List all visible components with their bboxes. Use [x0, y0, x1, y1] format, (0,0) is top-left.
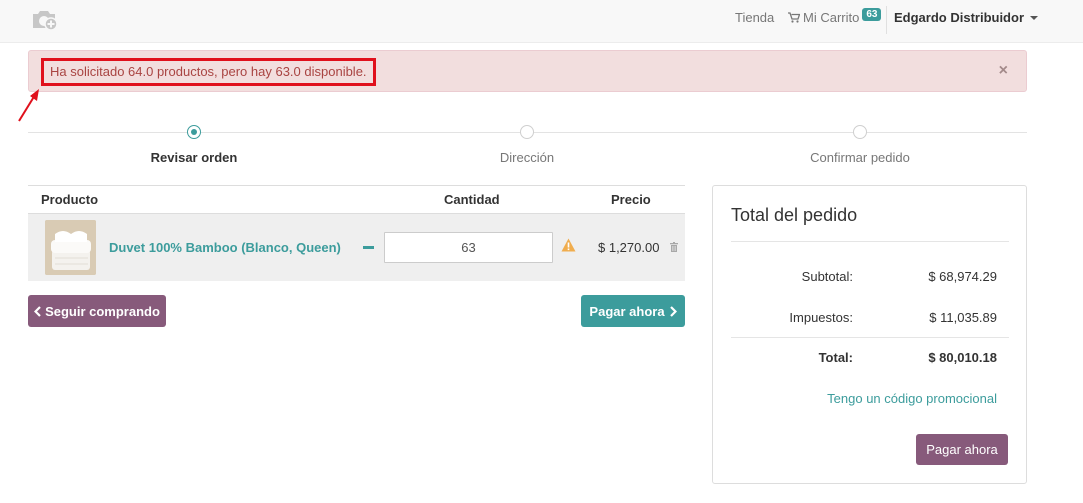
- pay-now-label: Pagar ahora: [589, 303, 665, 319]
- product-price: $ 1,270.00: [598, 240, 660, 255]
- step-dot-confirm: [853, 125, 867, 139]
- user-menu[interactable]: Edgardo Distribuidor: [894, 10, 1038, 25]
- warning-icon: [561, 238, 576, 252]
- promo-code-link[interactable]: Tengo un código promocional: [827, 391, 997, 406]
- nav-divider: [886, 6, 887, 34]
- column-header-product: Producto: [41, 192, 99, 207]
- subtotal-value: $ 68,974.29: [928, 269, 997, 284]
- camera-plus-icon[interactable]: [31, 7, 59, 31]
- chevron-down-icon: [1030, 15, 1038, 20]
- total-label: Total:: [818, 350, 853, 365]
- user-name: Edgardo Distribuidor: [894, 10, 1024, 25]
- order-summary-title: Total del pedido: [731, 205, 858, 225]
- decrease-quantity-button[interactable]: [362, 236, 376, 256]
- summary-divider: [731, 241, 1009, 242]
- summary-divider: [731, 337, 1009, 338]
- product-name-link[interactable]: Duvet 100% Bamboo (Blanco, Queen): [109, 240, 341, 255]
- column-header-quantity: Cantidad: [444, 192, 500, 207]
- nav-shop-link[interactable]: Tienda: [735, 10, 774, 25]
- step-dot-address: [520, 125, 534, 139]
- continue-shopping-button[interactable]: Seguir comprando: [28, 295, 166, 327]
- annotation-arrow-icon: [18, 89, 39, 122]
- subtotal-label: Subtotal:: [801, 269, 853, 284]
- summary-pay-now-button[interactable]: Pagar ahora: [916, 434, 1008, 465]
- cart-count-badge: 63: [862, 8, 882, 21]
- step-label-confirm: Confirmar pedido: [810, 150, 910, 165]
- step-label-review: Revisar orden: [150, 150, 238, 165]
- top-navbar: Tienda Mi Carrito 63 Edgardo Distribuido…: [0, 0, 1083, 43]
- quantity-input[interactable]: [384, 232, 553, 263]
- chevron-left-icon: [34, 305, 41, 317]
- chevron-right-icon: [669, 305, 677, 317]
- taxes-value: $ 11,035.89: [929, 310, 997, 325]
- close-icon[interactable]: ×: [999, 62, 1008, 80]
- step-dot-review: [187, 125, 201, 139]
- pay-now-button[interactable]: Pagar ahora: [581, 295, 685, 327]
- nav-cart-link[interactable]: Mi Carrito 63: [788, 8, 882, 25]
- column-header-price: Precio: [611, 192, 651, 207]
- cart-label: Mi Carrito: [803, 10, 860, 25]
- error-alert: Ha solicitado 64.0 productos, pero hay 6…: [28, 50, 1027, 92]
- order-summary-panel: Total del pedido Subtotal: $ 68,974.29 I…: [712, 185, 1027, 484]
- duvet-image-icon: [45, 220, 96, 275]
- continue-shopping-label: Seguir comprando: [45, 303, 160, 319]
- table-top-border: [28, 185, 685, 186]
- taxes-label: Impuestos:: [789, 310, 853, 325]
- alert-message: Ha solicitado 64.0 productos, pero hay 6…: [41, 58, 376, 86]
- product-thumbnail[interactable]: [45, 220, 96, 275]
- table-row: Duvet 100% Bamboo (Blanco, Queen) $ 1,27…: [28, 213, 685, 281]
- step-label-address: Dirección: [499, 150, 555, 165]
- trash-icon[interactable]: [670, 242, 678, 252]
- shopping-cart-icon: [788, 12, 800, 23]
- total-value: $ 80,010.18: [928, 350, 997, 365]
